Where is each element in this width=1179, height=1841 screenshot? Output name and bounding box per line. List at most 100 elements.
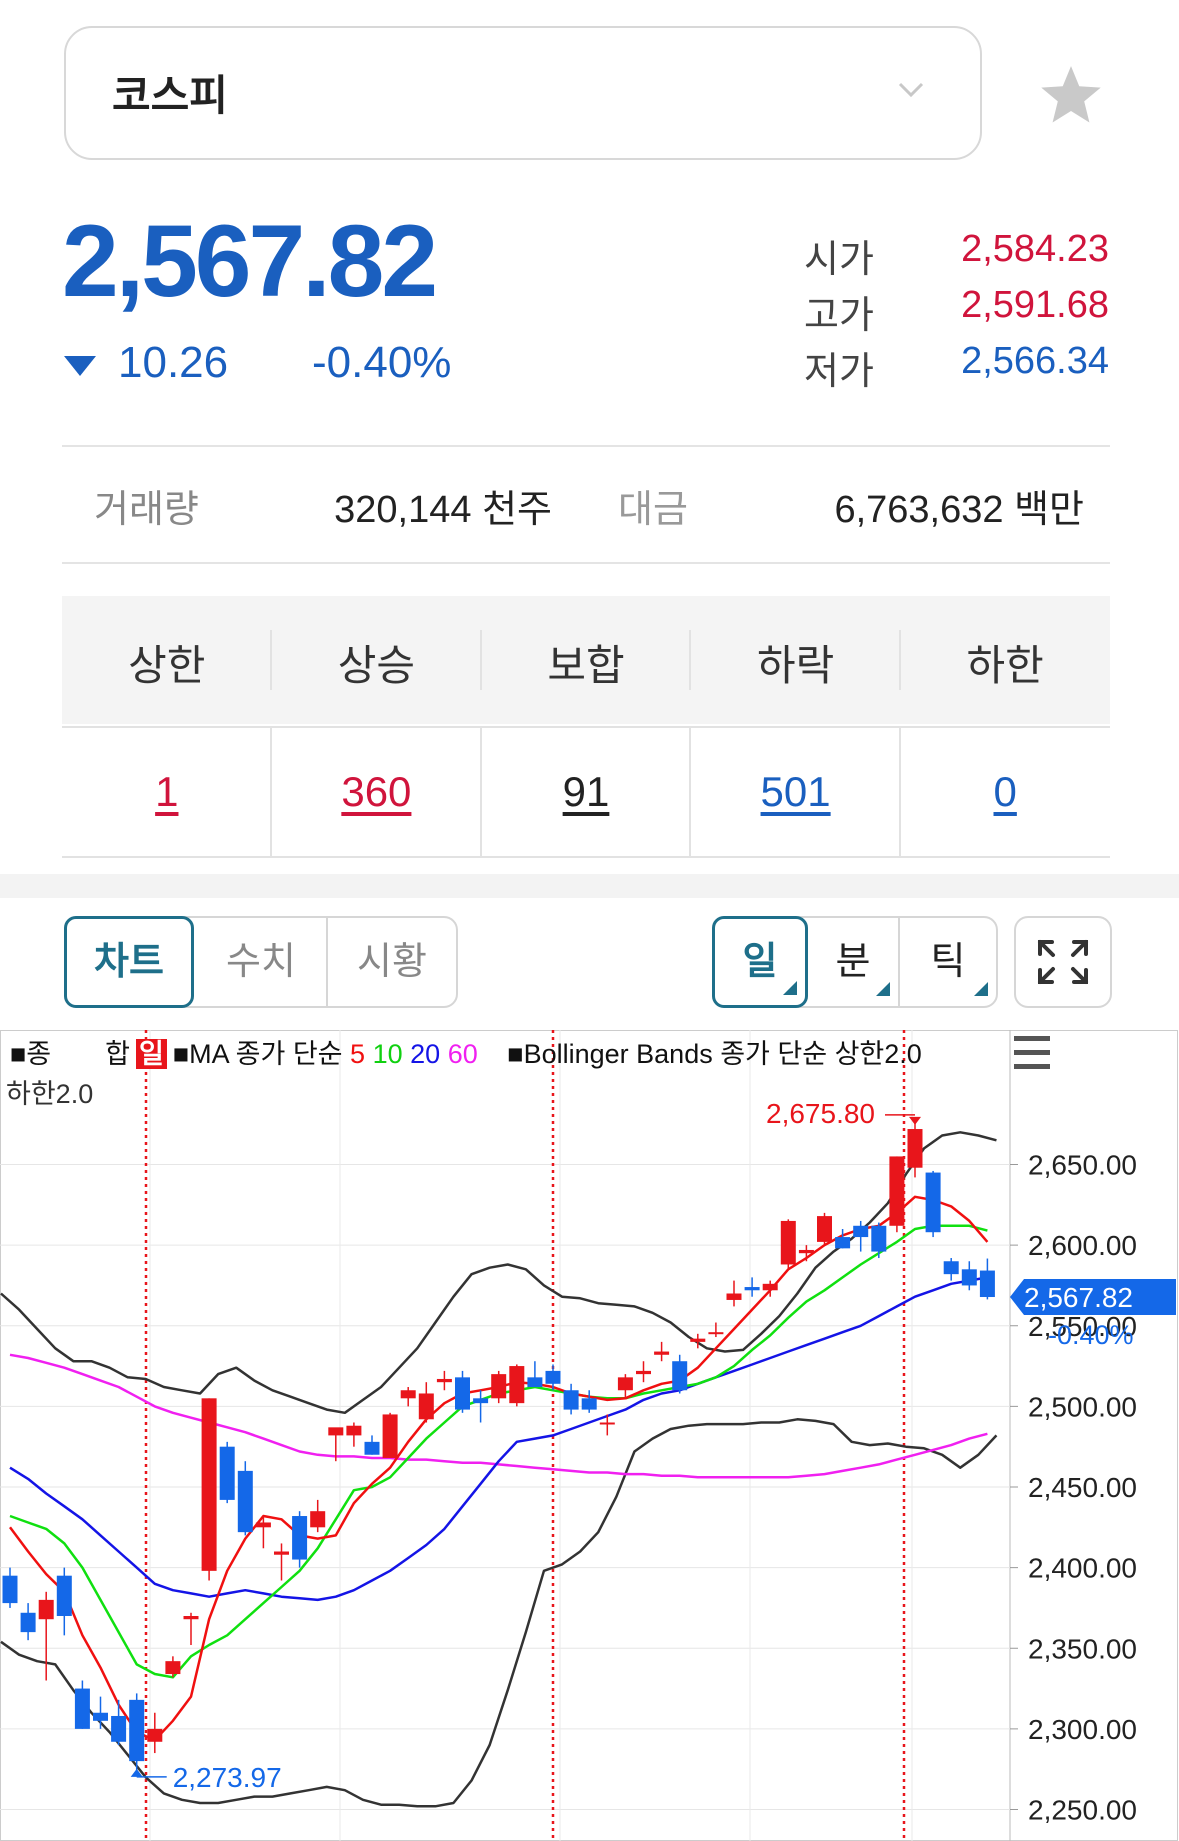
y-tick-label: 2,400.00 — [1028, 1553, 1137, 1584]
breadth-header-upper-limit: 상한 — [128, 642, 206, 689]
corner-triangle-icon — [876, 982, 890, 996]
tab-daily[interactable]: 일 — [712, 916, 808, 1008]
candle-body — [853, 1225, 869, 1238]
chart-frame — [0, 1030, 1178, 1841]
y-tick-label: 2,650.00 — [1028, 1150, 1137, 1181]
candle-body — [183, 1616, 199, 1620]
candle-body — [654, 1351, 670, 1355]
favorite-star-icon[interactable] — [1038, 62, 1104, 128]
candle-body — [38, 1599, 54, 1620]
y-tick-label: 2,350.00 — [1028, 1633, 1137, 1664]
section-separator — [0, 874, 1179, 898]
divider — [62, 445, 1110, 447]
index-selector[interactable]: 코스피 — [64, 26, 982, 160]
y-tick-label: 2,500.00 — [1028, 1391, 1137, 1422]
divider — [62, 726, 1110, 728]
candle-body — [744, 1287, 760, 1291]
candle-body — [129, 1699, 145, 1762]
volume-value: 320,144 천주 — [334, 489, 552, 531]
amount-label: 대금 — [618, 489, 688, 531]
candle-body — [871, 1225, 887, 1252]
candle-body — [817, 1216, 832, 1242]
tab-minute-label: 분 — [835, 941, 871, 983]
divider — [899, 630, 901, 690]
tab-daily-label: 일 — [742, 941, 778, 983]
candle-body — [979, 1270, 995, 1298]
ma10-line — [9, 1224, 988, 1679]
divider — [270, 630, 272, 690]
breadth-header-lower-limit: 하한 — [966, 642, 1044, 689]
chart-legend: ■종 합 일 ■MA 종가 단순 5 10 20 60 ■Bollinger Ban… — [10, 1032, 922, 1071]
candle-body — [907, 1129, 923, 1168]
high-value: 2,591.68 — [961, 284, 1109, 326]
breadth-advance-count[interactable]: 360 — [272, 768, 482, 816]
candle-body — [599, 1422, 615, 1425]
candle-body — [382, 1414, 398, 1458]
candle-body — [418, 1393, 434, 1420]
tab-market-news[interactable]: 시황 — [328, 918, 456, 1006]
index-selector-label: 코스피 — [112, 72, 228, 119]
price-change: 10.26 — [118, 338, 229, 387]
candle-body — [617, 1377, 633, 1391]
tab-chart[interactable]: 차트 — [64, 916, 194, 1008]
breadth-decline-count[interactable]: 501 — [691, 768, 901, 816]
price-change-percent: -0.40% — [312, 338, 452, 387]
legend-period-tag: 일 — [136, 1039, 167, 1069]
candle-body — [563, 1390, 579, 1410]
candle-body — [400, 1390, 416, 1399]
legend-ma5: 5 — [350, 1039, 366, 1069]
legend-ma10: 10 — [372, 1039, 403, 1069]
expand-icon — [1038, 940, 1088, 984]
current-price: 2,567.82 — [62, 204, 438, 318]
candle-body — [455, 1377, 470, 1410]
candle-body — [310, 1511, 326, 1528]
candle-body — [545, 1370, 561, 1384]
market-breadth-table: 상한 상승 보합 하락 하한 1 360 91 501 0 — [62, 596, 1110, 858]
amount-value: 6,763,632 백만 — [834, 489, 1084, 531]
period-tab-group: 일 분 틱 — [712, 916, 998, 1008]
candle-body — [219, 1446, 235, 1500]
candle-body — [780, 1220, 796, 1265]
divider — [62, 562, 1110, 564]
high-marker-label: 2,675.80 — [766, 1098, 875, 1129]
candle-body — [292, 1516, 308, 1560]
candle-body — [726, 1293, 742, 1300]
candle-body — [274, 1551, 289, 1555]
candle-body — [346, 1425, 362, 1436]
candle-body — [943, 1261, 959, 1275]
candle-body — [328, 1427, 344, 1436]
candle-body — [165, 1661, 181, 1675]
legend-ma20: 20 — [410, 1039, 441, 1069]
divider — [480, 630, 482, 690]
candle-body — [2, 1575, 18, 1604]
breadth-unchanged-count[interactable]: 91 — [481, 768, 691, 816]
volume-label: 거래량 — [94, 489, 199, 531]
open-value: 2,584.23 — [961, 228, 1109, 270]
candlestick-chart[interactable]: 2,250.00 2,300.00 2,350.00 2,400.00 2,450.00… — [0, 1030, 1179, 1841]
breadth-header-decline: 하락 — [756, 642, 835, 689]
candle-body — [925, 1172, 941, 1233]
high-marker-arrow — [909, 1116, 921, 1125]
y-tick-label: 2,250.00 — [1028, 1795, 1137, 1826]
candle-body — [473, 1398, 489, 1404]
legend-type: ■종 합 — [10, 1039, 130, 1069]
legend-ma: ■MA 종가 단순 — [172, 1039, 343, 1069]
tab-minute[interactable]: 분 — [808, 918, 900, 1006]
candle-body — [708, 1332, 724, 1335]
candle-body — [527, 1377, 543, 1388]
breadth-upper-limit-count[interactable]: 1 — [62, 768, 272, 816]
menu-icon[interactable] — [1012, 1034, 1054, 1074]
y-tick-label: 2,300.00 — [1028, 1714, 1137, 1745]
tab-tick-label: 틱 — [930, 941, 966, 983]
candle-body — [581, 1398, 597, 1410]
candle-body — [491, 1374, 507, 1399]
tab-numbers[interactable]: 수치 — [196, 918, 328, 1006]
legend-bollinger-lower: 하한2.0 — [6, 1079, 94, 1109]
candle-body — [237, 1470, 253, 1533]
fullscreen-button[interactable] — [1014, 916, 1112, 1008]
candle-body — [835, 1237, 851, 1249]
divider — [689, 630, 691, 690]
breadth-lower-limit-count[interactable]: 0 — [900, 768, 1110, 816]
corner-triangle-icon — [974, 982, 988, 996]
tab-tick[interactable]: 틱 — [900, 918, 996, 1006]
